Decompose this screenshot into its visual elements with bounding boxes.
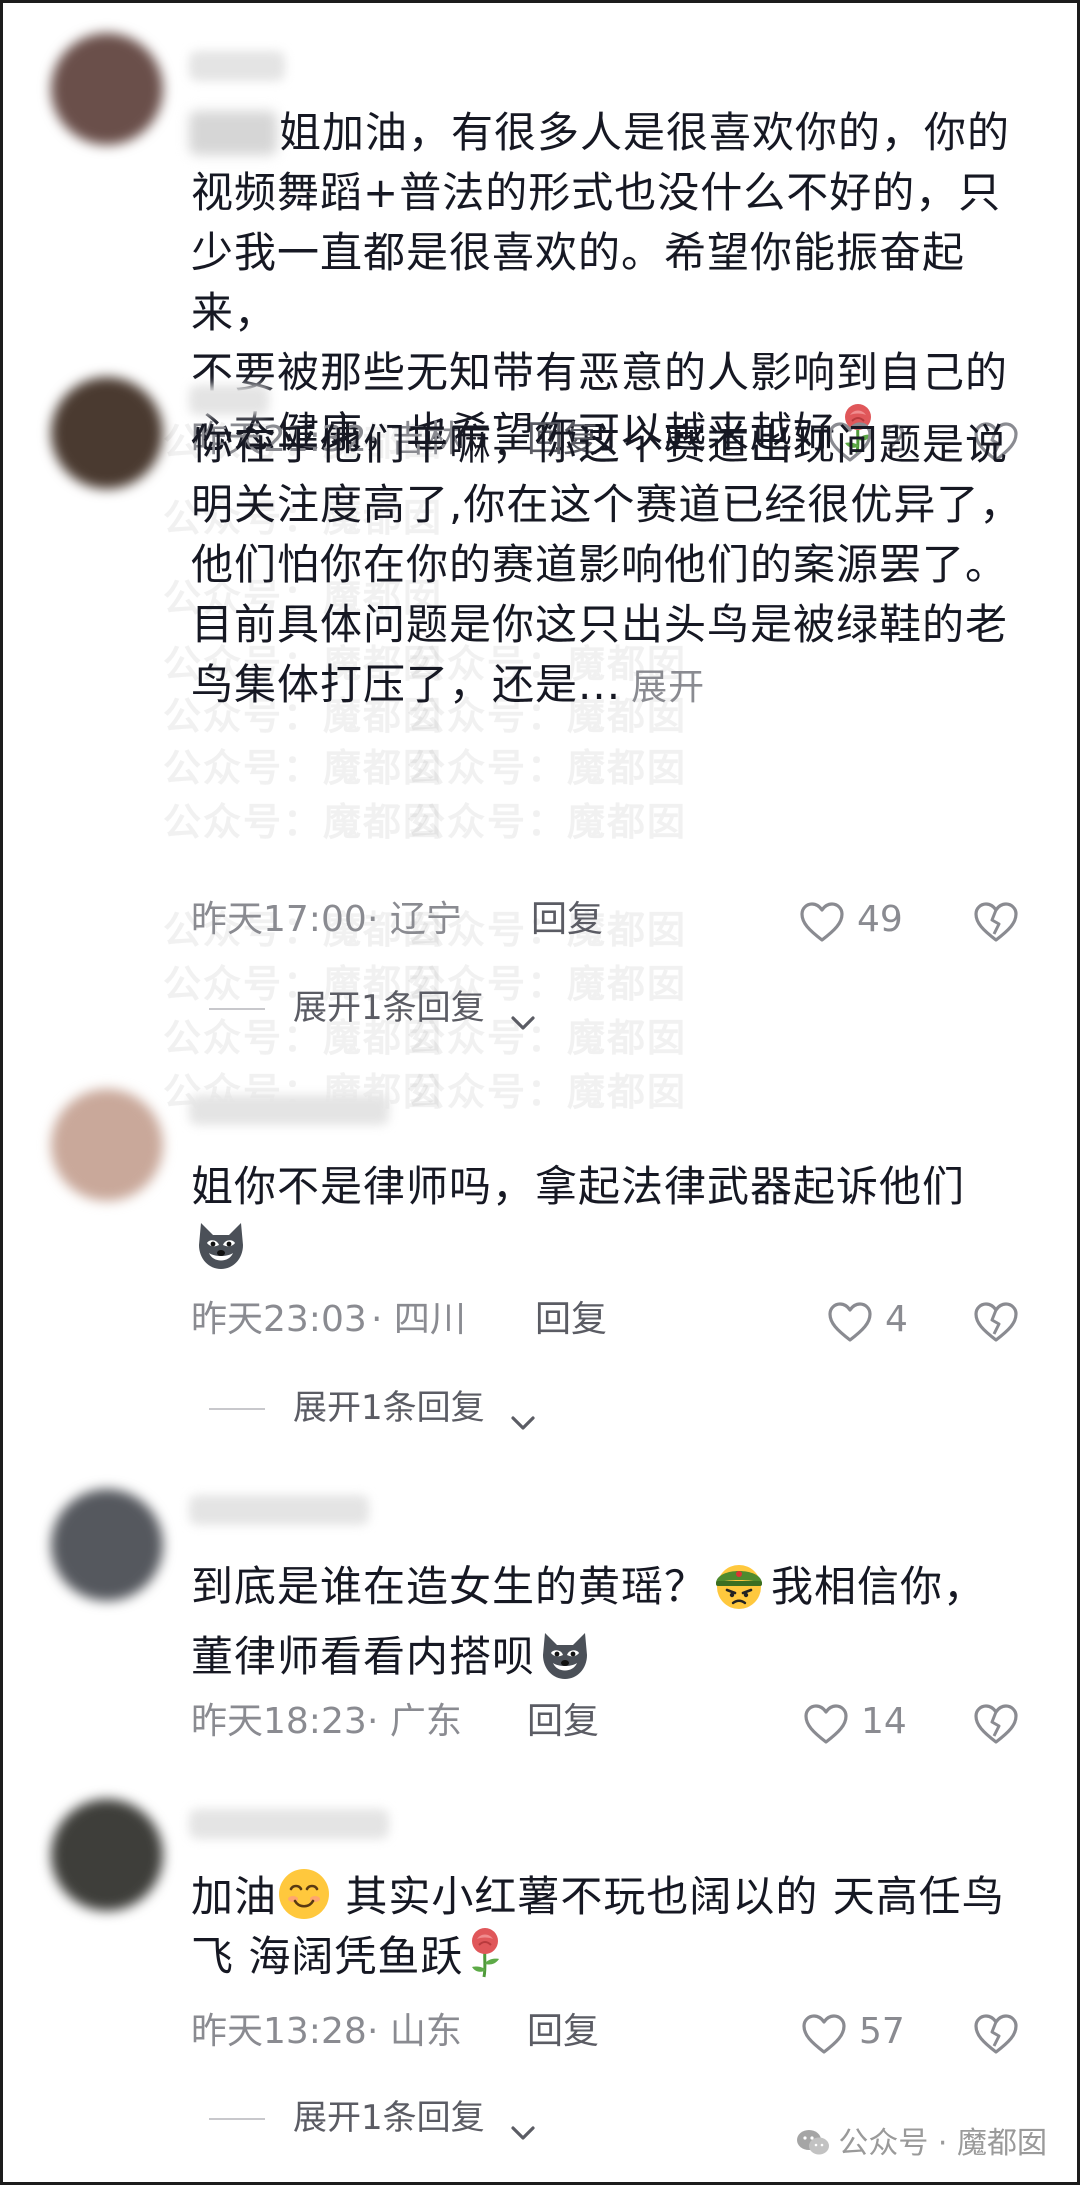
comment-line: 明关注度高了,你在这个赛道已经很优异了， — [191, 480, 1023, 529]
like-count: 14 — [861, 1701, 907, 1742]
wechat-icon — [796, 2129, 830, 2157]
username-blurred[interactable] — [189, 1495, 369, 1525]
like-count: 49 — [857, 899, 903, 940]
smile-emoji-icon — [279, 1869, 330, 1919]
footer-watermark: 公众号 · 魔都囡 — [796, 2118, 1047, 2162]
comment-region: 辽宁 — [389, 899, 462, 940]
reply-button[interactable]: 回复 — [527, 1695, 599, 1749]
avatar[interactable] — [51, 33, 163, 145]
username-blurred[interactable] — [189, 51, 285, 81]
footer-account-label: 公众号 — [838, 2126, 929, 2161]
comment-meta: 昨天13:28 · 山东 回复 57 — [191, 2005, 1031, 2059]
comment-line: 其实小红薯不玩也阔以的 天高任鸟 — [345, 1872, 1005, 1921]
avatar[interactable] — [51, 1489, 163, 1601]
expand-replies-label: 展开1条回复 — [293, 988, 485, 1028]
watermark-text: 公众号：魔都囡 — [163, 746, 444, 790]
comment-line: 董律师看看内搭呗 — [191, 1632, 536, 1681]
comment-time: 昨天17:00 — [191, 899, 367, 940]
divider-line — [209, 2118, 265, 2120]
dog-emoji-icon — [537, 1629, 593, 1681]
comment-meta: 昨天23:03 · 四川 回复 4 — [191, 1293, 1031, 1347]
comment-text: 姐你不是律师吗，拿起法律武器起诉他们 — [191, 1157, 1041, 1277]
soldier-emoji-icon — [711, 1557, 767, 1627]
watermark-text: 公众号：魔都囡 — [407, 800, 688, 844]
separator: · — [937, 2126, 948, 2161]
dislike-button[interactable] — [973, 2013, 1019, 2071]
avatar[interactable] — [51, 1799, 163, 1911]
dislike-button[interactable] — [973, 1301, 1019, 1359]
dog-emoji-icon — [193, 1219, 249, 1271]
comment-text: 到底是谁在造女生的黄瑶？ 我相信你， 董律师看看内搭呗 — [191, 1557, 1041, 1687]
comment-region-wrap: · 四川 — [371, 1293, 466, 1347]
heart-icon — [800, 902, 844, 942]
rose-emoji-icon — [465, 1927, 505, 1995]
comment-region-wrap: · 广东 — [367, 1695, 462, 1749]
comment-meta: 昨天17:00 · 辽宁 回复 49 — [191, 893, 1031, 947]
comment-line: 他们怕你在你的赛道影响他们的案源罢了。 — [191, 540, 1009, 589]
expand-replies-label: 展开1条回复 — [293, 2098, 485, 2138]
dislike-button[interactable] — [973, 1703, 1019, 1761]
like-count: 4 — [885, 1299, 908, 1340]
separator: · — [367, 899, 379, 940]
reply-button[interactable]: 回复 — [531, 893, 603, 947]
comment-region: 山东 — [389, 2011, 462, 2052]
divider-line — [209, 1008, 265, 1010]
comment-text: 加油 其实小红薯不玩也阔以的 天高任鸟 飞 海阔凭鱼跃 — [191, 1867, 1041, 1995]
broken-heart-icon — [974, 2014, 1018, 2054]
heart-icon — [802, 2014, 846, 2054]
broken-heart-icon — [974, 1302, 1018, 1342]
like-count: 57 — [859, 2011, 905, 2052]
username-blurred[interactable] — [189, 1809, 389, 1839]
comment-text: 你在乎他们干嘛，你这个赛道出现问题是说 明关注度高了,你在这个赛道已经很优异了，… — [191, 415, 1041, 718]
separator: · — [367, 2011, 379, 2052]
comment-line: 鸟集体打压了，还是... — [191, 660, 622, 709]
comment-line: 你在乎他们干嘛，你这个赛道出现问题是说 — [191, 420, 1009, 469]
footer-account-name: 魔都囡 — [957, 2126, 1047, 2161]
comment-region-wrap: · 山东 — [367, 2005, 462, 2059]
reply-button[interactable]: 回复 — [535, 1293, 607, 1347]
avatar[interactable] — [51, 1089, 163, 1201]
comment-line: 我相信你， — [771, 1562, 987, 1611]
comment-line: 少我一直都是很喜欢的。希望你能振奋起来， — [191, 228, 966, 337]
username-blurred[interactable] — [189, 1095, 389, 1125]
watermark-text: 公众号：魔都囡 — [407, 1070, 688, 1114]
dislike-button[interactable] — [973, 901, 1019, 959]
watermark-text: 公众号：魔都囡 — [163, 800, 444, 844]
heart-icon — [804, 1704, 848, 1744]
comment-line: 姐加油，有很多人是很喜欢你的，你的 — [279, 108, 1011, 157]
watermark-text: 公众号：魔都囡 — [407, 746, 688, 790]
comment-region-wrap: · 辽宁 — [367, 893, 462, 947]
broken-heart-icon — [974, 902, 1018, 942]
chevron-down-icon — [509, 1397, 537, 1447]
separator: · — [367, 1701, 379, 1742]
comment-region: 广东 — [389, 1701, 462, 1742]
heart-icon — [828, 1302, 872, 1342]
comment-line: 姐你不是律师吗，拿起法律武器起诉他们 — [191, 1162, 966, 1211]
chevron-down-icon — [509, 997, 537, 1047]
comment-meta: 昨天18:23 · 广东 回复 14 — [191, 1695, 1031, 1749]
comment-time: 昨天13:28 — [191, 2011, 367, 2052]
comment-time: 昨天18:23 — [191, 1701, 367, 1742]
comment-region: 四川 — [393, 1299, 466, 1340]
comment-line: 不要被那些无知带有恶意的人影响到自己的 — [191, 348, 1009, 397]
broken-heart-icon — [974, 1704, 1018, 1744]
username-blurred[interactable] — [189, 385, 269, 415]
comment-line: 到底是谁在造女生的黄瑶？ — [191, 1562, 708, 1611]
comment-line: 加油 — [191, 1872, 278, 1921]
comment-line: 视频舞蹈+普法的形式也没什么不好的，只 — [191, 168, 1002, 217]
comment-line: 目前具体问题是你这只出头鸟是被绿鞋的老 — [191, 600, 1009, 649]
reply-button[interactable]: 回复 — [527, 2005, 599, 2059]
expand-replies-label: 展开1条回复 — [293, 1388, 485, 1428]
comment-line: 飞 海阔凭鱼跃 — [191, 1932, 464, 1981]
expand-text-button[interactable]: 展开 — [631, 667, 705, 708]
chevron-down-icon — [509, 2107, 537, 2157]
avatar[interactable] — [51, 377, 163, 489]
comment-time: 昨天23:03 — [191, 1299, 367, 1340]
comment-screenshot-frame: 公众号：魔都囡 公众号：魔都囡 公众号：魔都囡 公众号：魔都囡 公众号：魔都囡 … — [0, 0, 1080, 2185]
divider-line — [209, 1408, 265, 1410]
separator: · — [371, 1299, 383, 1340]
